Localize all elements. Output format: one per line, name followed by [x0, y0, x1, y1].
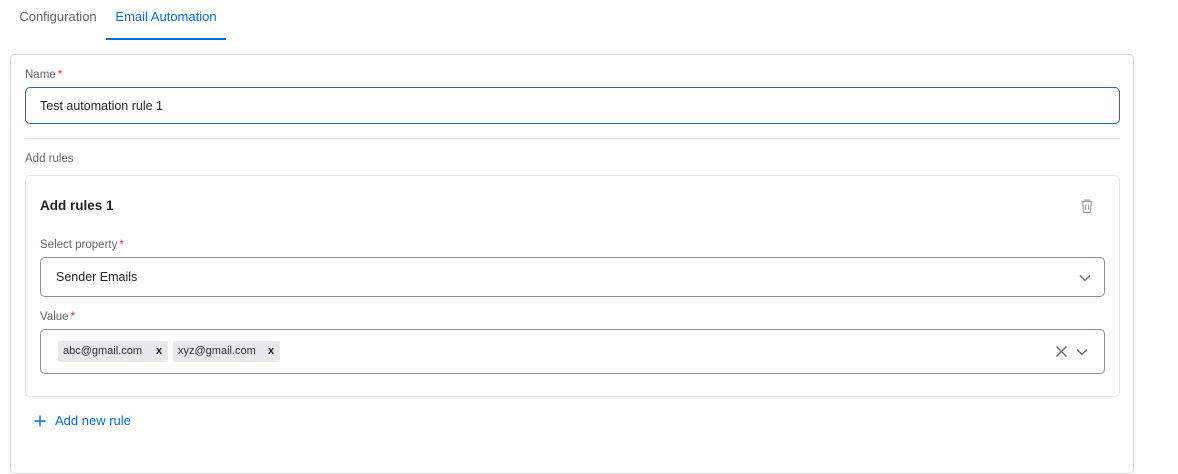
chip-remove-button[interactable]: x: [152, 341, 166, 362]
chevron-down-icon[interactable]: [1076, 348, 1088, 356]
value-chip: abc@gmail.com x: [58, 341, 168, 362]
required-marker: *: [119, 239, 124, 251]
add-new-rule-label: Add new rule: [55, 413, 131, 428]
required-marker: *: [57, 69, 63, 81]
tab-email-automation[interactable]: Email Automation: [106, 0, 226, 40]
name-label: Name *: [25, 68, 62, 82]
value-multiselect[interactable]: abc@gmail.com x xyz@gmail.com x: [40, 329, 1105, 374]
trash-icon[interactable]: [1080, 198, 1094, 214]
tab-configuration[interactable]: Configuration: [17, 0, 99, 40]
property-select[interactable]: Sender Emails: [40, 257, 1105, 297]
chip-label: xyz@gmail.com: [178, 345, 256, 357]
plus-icon: [34, 415, 46, 427]
property-selected-value: Sender Emails: [56, 270, 138, 284]
value-label: Value *: [40, 310, 75, 324]
chevron-down-icon[interactable]: [1079, 274, 1091, 282]
name-input[interactable]: [25, 87, 1120, 124]
tab-bar: Configuration Email Automation: [0, 0, 1178, 40]
close-icon[interactable]: [1055, 345, 1068, 358]
value-chip: xyz@gmail.com x: [173, 341, 280, 362]
add-rules-label: Add rules: [25, 153, 74, 165]
chip-remove-button[interactable]: x: [264, 341, 278, 362]
section-divider: [25, 138, 1120, 139]
property-label: Select property *: [40, 238, 124, 252]
name-label-text: Name: [25, 69, 56, 81]
value-label-text: Value: [40, 311, 69, 323]
chip-label: abc@gmail.com: [63, 345, 143, 357]
rule-title: Add rules 1: [40, 198, 114, 213]
required-marker: *: [70, 311, 76, 323]
property-label-text: Select property: [40, 239, 118, 251]
